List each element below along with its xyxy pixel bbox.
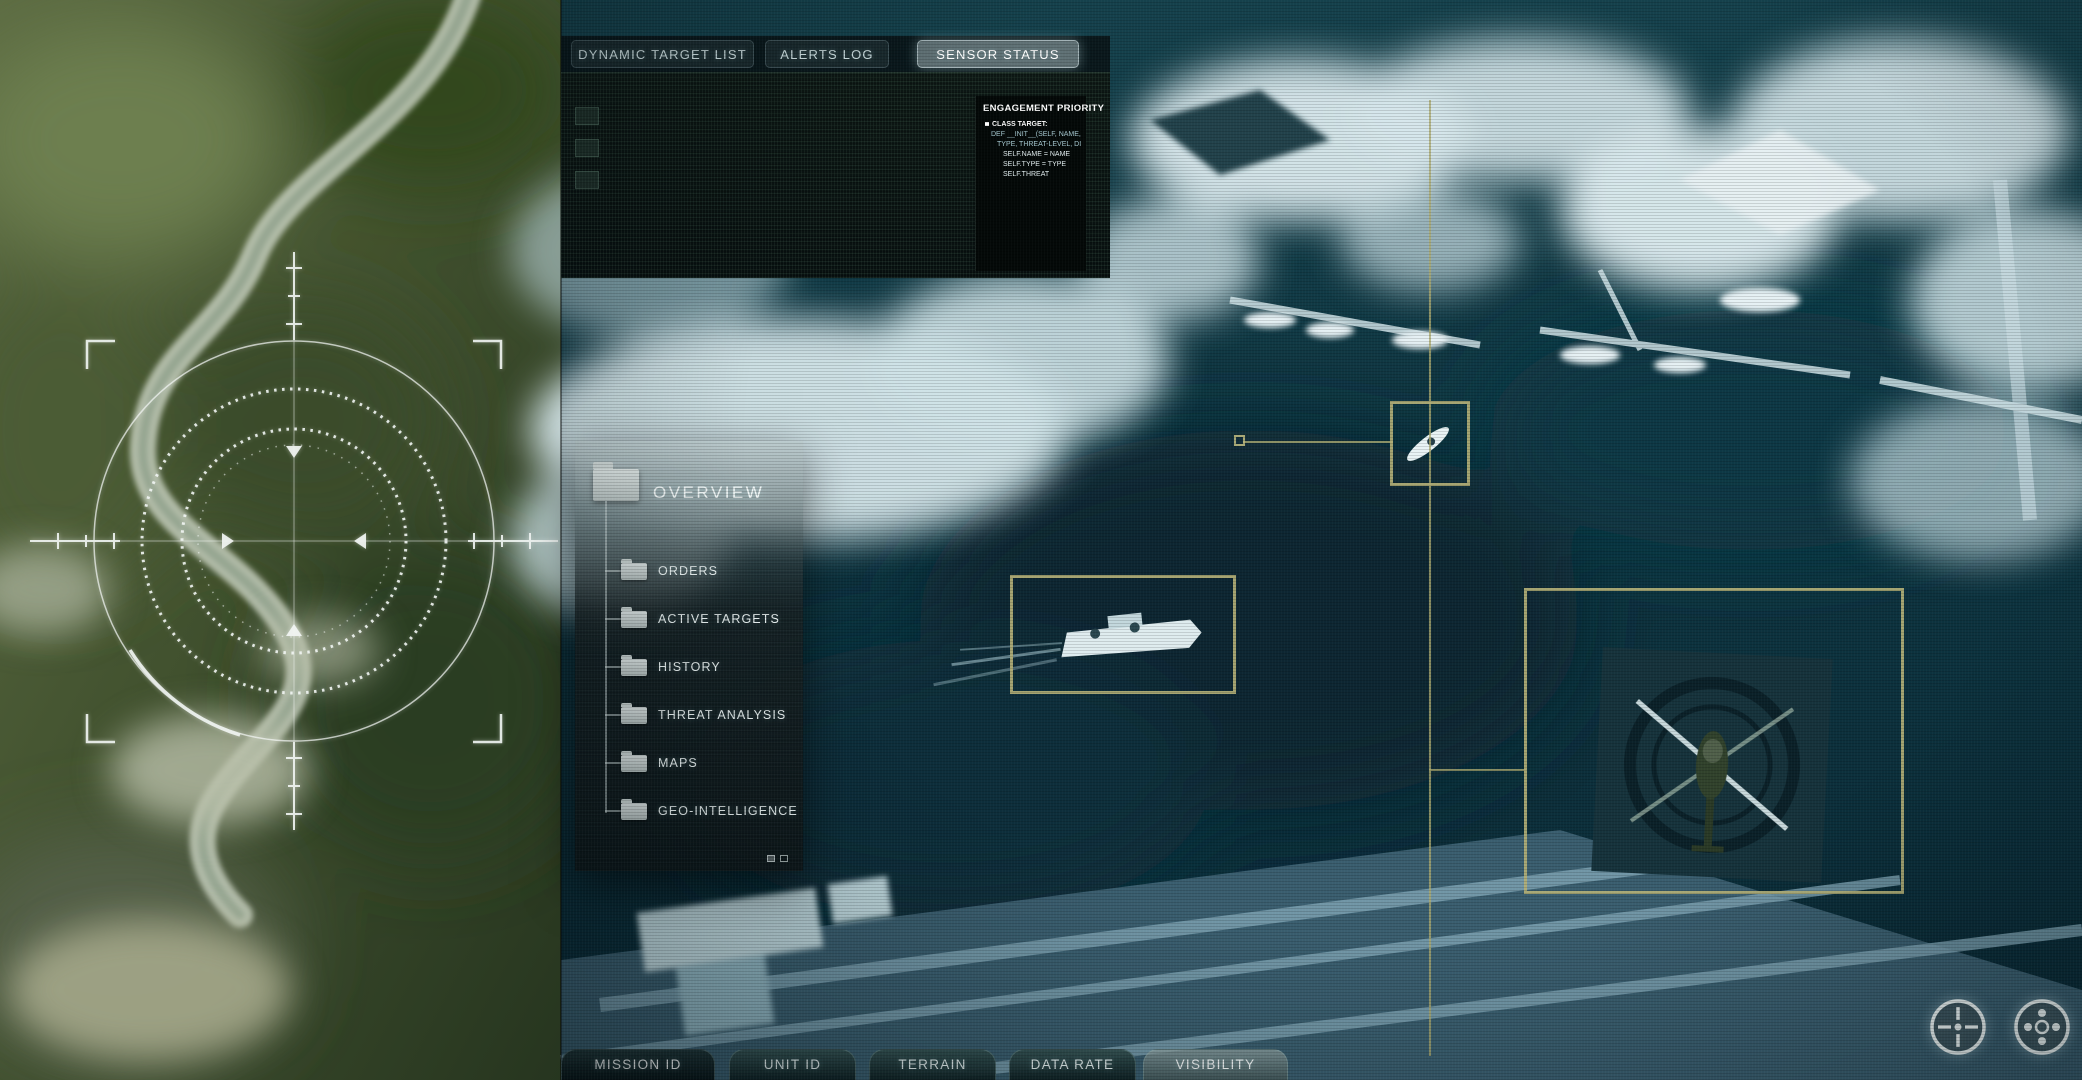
orientation-globe-icon[interactable] (2016, 1001, 2068, 1053)
hud-icon-cluster (1900, 980, 2082, 1080)
tab-data-rate[interactable]: DATA RATE (1009, 1049, 1136, 1080)
top-tab-bar: DYNAMIC TARGET LIST ALERTS LOG SENSOR ST… (561, 36, 1110, 72)
menu-item-label: ORDERS (658, 564, 718, 578)
tab-unit-id[interactable]: UNIT ID (729, 1049, 856, 1080)
sensor-panel: DYNAMIC TARGET LIST ALERTS LOG SENSOR ST… (561, 36, 1110, 278)
target-box-canoe[interactable] (1390, 401, 1470, 486)
code-line: TYPE, THREAT-LEVEL, DISTANCE): (983, 140, 1081, 150)
maximize-icon[interactable] (780, 855, 788, 862)
target-box-helicopter[interactable] (1524, 588, 1904, 894)
folder-icon (621, 659, 647, 676)
target-box-boat[interactable] (1010, 575, 1236, 694)
tab-visibility[interactable]: VISIBILITY (1143, 1049, 1288, 1080)
code-line: SELF.TYPE = TYPE (983, 160, 1081, 170)
engagement-priority-title: ENGAGEMENT PRIORITY (983, 103, 1081, 114)
code-line: CLASS TARGET: (983, 120, 1081, 130)
menu-header-overview[interactable]: OVERVIEW (653, 483, 764, 503)
tab-dynamic-target-list[interactable]: DYNAMIC TARGET LIST (571, 40, 754, 68)
menu-item-orders[interactable]: ORDERS (605, 553, 795, 589)
target-connector-horizontal (1243, 441, 1393, 443)
menu-item-maps[interactable]: MAPS (605, 745, 795, 781)
list-row-chip[interactable] (575, 171, 599, 189)
target-connector-vertical (1429, 100, 1431, 1056)
crosshair-target-icon[interactable] (1932, 1001, 1984, 1053)
folder-icon (621, 563, 647, 580)
surveillance-console: DYNAMIC TARGET LIST ALERTS LOG SENSOR ST… (0, 0, 2082, 1080)
connector-end-marker (1234, 435, 1245, 446)
tab-mission-id[interactable]: MISSION ID (561, 1049, 715, 1080)
window-resize-icons[interactable] (767, 853, 793, 863)
menu-item-label: ACTIVE TARGETS (658, 612, 780, 626)
terrain-panel (0, 0, 590, 1080)
tab-alerts-log[interactable]: ALERTS LOG (765, 40, 889, 68)
menu-item-label: HISTORY (658, 660, 721, 674)
folder-icon (621, 611, 647, 628)
sensor-readout-area: ENGAGEMENT PRIORITY CLASS TARGET: DEF __… (561, 72, 1110, 278)
menu-item-threat-analysis[interactable]: THREAT ANALYSIS (605, 697, 795, 733)
tab-terrain[interactable]: TERRAIN (869, 1049, 996, 1080)
target-connector-horizontal (1429, 769, 1526, 771)
menu-item-label: THREAT ANALYSIS (658, 708, 786, 722)
menu-item-label: GEO-INTELLIGENCE (658, 804, 798, 818)
menu-item-label: MAPS (658, 756, 698, 770)
mission-folder-menu: OVERVIEW ORDERS ACTIVE TARGETS HISTORY T… (575, 441, 803, 871)
menu-item-geo-intelligence[interactable]: GEO-INTELLIGENCE (605, 793, 795, 829)
folder-icon (593, 469, 639, 501)
minimize-icon[interactable] (767, 855, 775, 862)
folder-icon (621, 803, 647, 820)
code-line: SELF.THREAT (983, 170, 1081, 180)
code-line: SELF.NAME = NAME (983, 150, 1081, 160)
folder-icon (621, 755, 647, 772)
tab-sensor-status[interactable]: SENSOR STATUS (917, 40, 1079, 68)
menu-item-active-targets[interactable]: ACTIVE TARGETS (605, 601, 795, 637)
folder-icon (621, 707, 647, 724)
list-row-chip[interactable] (575, 139, 599, 157)
code-line: DEF __INIT__(SELF, NAME, (983, 130, 1081, 140)
list-row-chip[interactable] (575, 107, 599, 125)
engagement-priority-panel: ENGAGEMENT PRIORITY CLASS TARGET: DEF __… (975, 96, 1086, 271)
menu-item-history[interactable]: HISTORY (605, 649, 795, 685)
